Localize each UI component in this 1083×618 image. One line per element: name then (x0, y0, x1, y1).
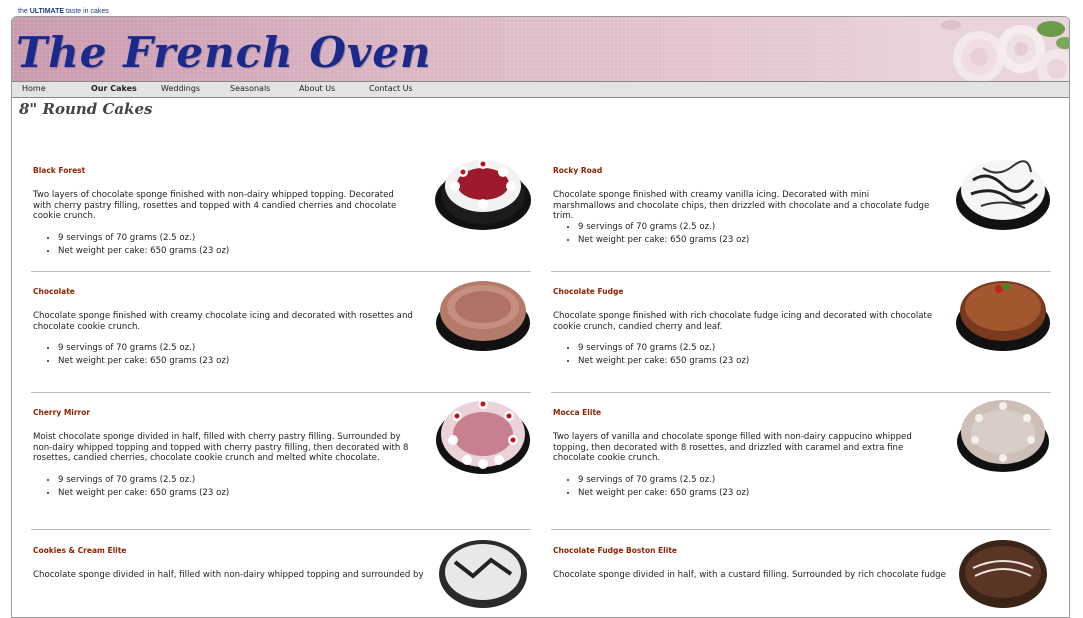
header-banner: The French Oven (12, 17, 1069, 81)
cake-description: Chocolate sponge finished with rich choc… (553, 311, 933, 332)
cake-description: Moist chocolate sponge divided in half, … (33, 432, 409, 464)
roses-image (939, 17, 1069, 81)
cake-servings: 9 servings of 70 grams (2.5 oz.) (58, 342, 229, 355)
cake-specs: 9 servings of 70 grams (2.5 oz.) Net wei… (33, 474, 229, 500)
page-title: 8" Round Cakes (19, 100, 153, 118)
row-divider (31, 529, 531, 530)
chocolate-fudge-cake-image (956, 281, 1050, 351)
cake-servings: 9 servings of 70 grams (2.5 oz.) (58, 232, 229, 245)
cake-name[interactable]: Black Forest (33, 166, 85, 175)
cherry-mirror-cake-image (436, 399, 530, 474)
cake-name[interactable]: Chocolate Fudge (553, 287, 623, 296)
cake-description: Chocolate sponge divided in half, filled… (33, 570, 424, 580)
cake-description: Two layers of chocolate sponge finished … (33, 190, 397, 222)
cake-servings: 9 servings of 70 grams (2.5 oz.) (578, 474, 749, 487)
black-forest-cake-image (435, 159, 531, 230)
nav-weddings[interactable]: Weddings (161, 83, 200, 95)
cake-weight: Net weight per cake: 650 grams (23 oz) (58, 245, 229, 258)
cake-servings: 9 servings of 70 grams (2.5 oz.) (578, 221, 749, 234)
nav-seasonals[interactable]: Seasonals (230, 83, 270, 95)
cake-weight: Net weight per cake: 650 grams (23 oz) (58, 487, 229, 500)
nav-about-us[interactable]: About Us (299, 83, 335, 95)
cake-specs: 9 servings of 70 grams (2.5 oz.) Net wei… (553, 221, 749, 247)
cake-weight: Net weight per cake: 650 grams (23 oz) (578, 234, 749, 247)
cake-specs: 9 servings of 70 grams (2.5 oz.) Net wei… (33, 342, 229, 368)
cake-name[interactable]: Mocca Elite (553, 408, 601, 417)
cake-description: Chocolate sponge divided in half, with a… (553, 570, 946, 580)
cake-name[interactable]: Cookies & Cream Elite (33, 546, 126, 555)
site-tagline: the ULTIMATE taste in cakes (18, 8, 109, 15)
nav-our-cakes[interactable]: Our Cakes (91, 83, 137, 95)
cake-description: Chocolate sponge finished with creamy ch… (33, 311, 413, 332)
cake-specs: 9 servings of 70 grams (2.5 oz.) Net wei… (33, 232, 229, 258)
mocca-elite-cake-image (957, 400, 1049, 472)
cake-weight: Net weight per cake: 650 grams (23 oz) (578, 487, 749, 500)
rocky-road-cake-image (956, 160, 1050, 230)
cake-description: Two layers of vanilla and chocolate spon… (553, 432, 912, 464)
row-divider (551, 529, 1051, 530)
cake-description: Chocolate sponge finished with creamy va… (553, 190, 930, 222)
cake-weight: Net weight per cake: 650 grams (23 oz) (578, 355, 749, 368)
cake-name[interactable]: Rocky Road (553, 166, 602, 175)
cake-specs: 9 servings of 70 grams (2.5 oz.) Net wei… (553, 474, 749, 500)
cake-weight: Net weight per cake: 650 grams (23 oz) (58, 355, 229, 368)
cake-specs: 9 servings of 70 grams (2.5 oz.) Net wei… (553, 342, 749, 368)
chocolate-cake-image (436, 281, 530, 351)
site-logo[interactable]: The French Oven (16, 29, 432, 77)
tagline-strong: ULTIMATE (29, 8, 65, 15)
tagline-pre: the (18, 8, 30, 15)
main-nav: Home Our Cakes Weddings Seasonals About … (12, 81, 1069, 98)
cake-servings: 9 servings of 70 grams (2.5 oz.) (578, 342, 749, 355)
cake-name[interactable]: Chocolate (33, 287, 75, 296)
cookies-cream-cake-image (439, 540, 527, 608)
cake-name[interactable]: Chocolate Fudge Boston Elite (553, 546, 677, 555)
nav-home[interactable]: Home (22, 83, 46, 95)
cake-name[interactable]: Cherry Mirror (33, 408, 90, 417)
cake-servings: 9 servings of 70 grams (2.5 oz.) (58, 474, 229, 487)
tagline-post: taste in cakes (64, 8, 109, 15)
nav-contact-us[interactable]: Contact Us (369, 83, 413, 95)
chocolate-fudge-boston-cake-image (959, 540, 1047, 608)
